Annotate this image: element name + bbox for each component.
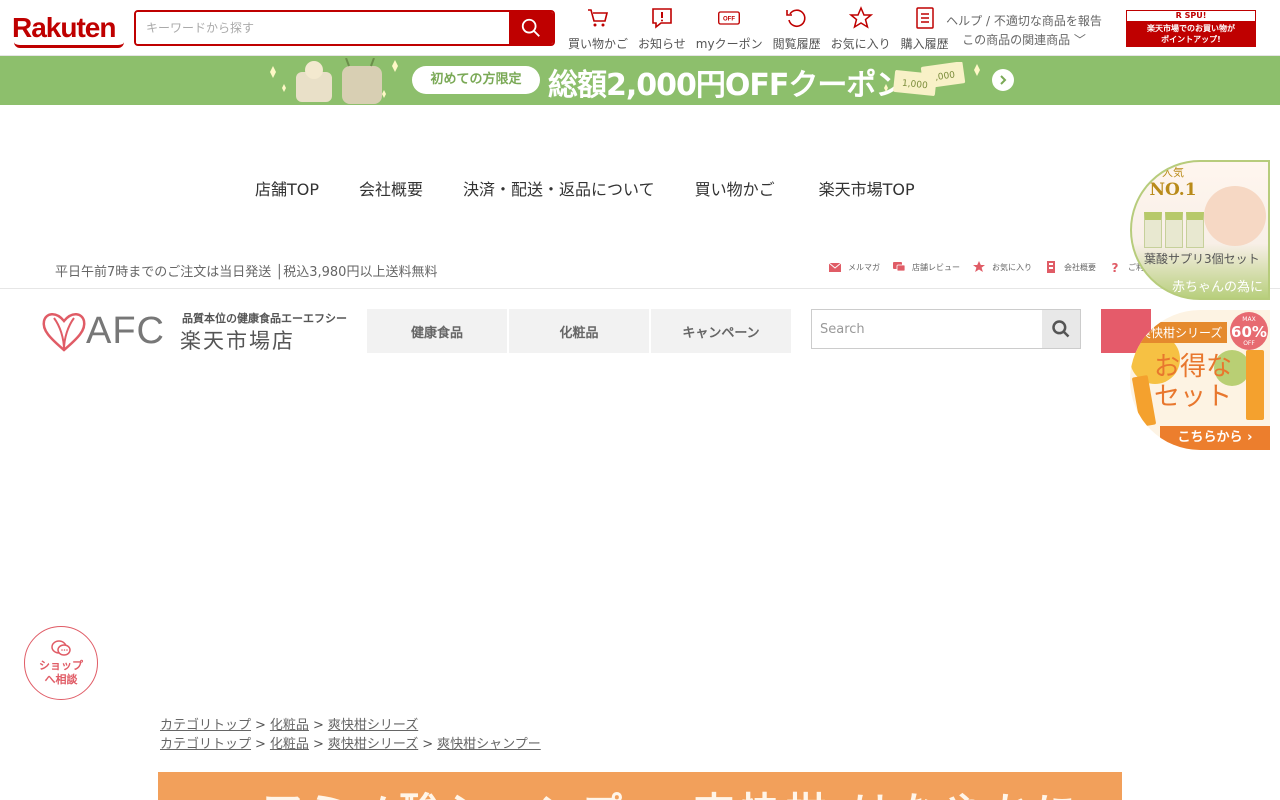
afc-store-name: 楽天市場店 [180,329,295,353]
category-tabs: 健康食品 化粧品 キャンペーン [367,309,793,353]
spu-banner[interactable]: R SPU! 楽天市場でのお買い物が ポイントアップ! [1126,10,1256,47]
chat-label: ショップ へ相談 [39,659,83,686]
supplement-bottles [1144,212,1207,248]
shop-nav-cart[interactable]: 買い物かご [695,176,775,200]
notice-icon [652,8,672,29]
chevron-right-icon [1000,75,1007,85]
global-search-button[interactable] [509,12,553,44]
star-icon [848,6,873,29]
breadcrumb-item[interactable]: 爽快柑シリーズ [328,737,418,752]
nav-purchase-history[interactable]: 購入履歴 [901,6,949,52]
coupon-arrow-button[interactable] [992,69,1014,91]
breadcrumb-item[interactable]: カテゴリトップ [160,718,251,733]
review-icon [893,262,906,272]
ranking-badge: 人気 NO.1 [1149,166,1197,200]
product-tube [1246,350,1264,420]
product-hero-banner: アミノ酸シャンプー 爽快柑 はなやかに [158,772,1122,800]
spu-text: 楽天市場でのお買い物が ポイントアップ! [1127,21,1255,47]
set-banner-headline: お得な セット [1154,352,1233,412]
store-search-button[interactable] [1042,310,1080,348]
history-icon [785,9,806,27]
store-search [811,309,1081,349]
help-links: ヘルプ / 不適切な商品を報告 この商品の関連商品 ﹀ [944,12,1104,50]
shop-chat-button[interactable]: ショップ へ相談 [24,626,98,700]
search-icon [521,18,540,37]
breadcrumb: カテゴリトップ > 化粧品 > 爽快柑シリーズ カテゴリトップ > 化粧品 > 爽快柑シリーズ >… [160,716,541,754]
afc-tagline: 品質本位の健康食品エーエフシー [182,312,347,325]
chat-icon [51,640,71,656]
first-time-coupon-banner[interactable]: 初めての方限定 総額2,000円OFFクーポン 1,000 1,000 [0,56,1280,105]
chevron-down-icon: ﹀ [1073,33,1086,47]
coupon-ticket-icon: 1,000 1,000 [884,62,980,96]
shop-nav-company[interactable]: 会社概要 [359,176,423,200]
discount-badge: MAX 60% OFF [1230,312,1268,350]
company-icon [1047,261,1055,273]
tab-campaign[interactable]: キャンペーン [651,309,791,353]
spu-title: R SPU! [1175,11,1207,20]
nav-coupon-label: myクーポン [695,37,763,51]
nav-history[interactable]: 閲覧履歴 [773,6,821,52]
set-banner-cta[interactable]: こちらから › [1160,426,1270,450]
breadcrumb-row: カテゴリトップ > 化粧品 > 爽快柑シリーズ > 爽快柑シャンプー [160,737,541,752]
afc-store-logo[interactable]: AFC 品質本位の健康食品エーエフシー 楽天市場店 [40,308,360,356]
notice-bar: 平日午前7時までのご注文は当日発送 │税込3,980円以上送料無料 メルマガ 店… [0,252,1280,289]
folic-acid-banner[interactable]: 人気 NO.1 葉酸サプリ3個セット 赤ちゃんの為に [1130,160,1270,300]
breadcrumb-item[interactable]: 化粧品 [270,718,309,733]
nav-favorites-label: お気に入り [830,37,891,51]
nav-cart[interactable]: 買い物かご [568,6,628,52]
global-search-input[interactable] [136,12,509,44]
search-icon [1052,320,1070,338]
breadcrumb-item[interactable]: 化粧品 [270,737,309,752]
store-search-input[interactable] [812,310,1042,348]
afc-logo-text: AFC [86,310,165,352]
folic-acid-banner-title: 葉酸サプリ3個セット [1144,252,1260,266]
global-search [134,10,555,46]
util-link-favorites[interactable]: お気に入り [972,260,1032,274]
rakuten-logo[interactable]: Rakuten [12,12,124,48]
svg-text:OFF: OFF [723,17,735,23]
coupon-icon: OFF [718,11,741,25]
breadcrumb-item[interactable]: カテゴリトップ [160,737,251,752]
shop-nav-rakuten-top[interactable]: 楽天市場TOP [819,176,915,200]
rakuten-header: Rakuten 買い物かご お知らせ OFF myクーポン 閲覧履歴 お気に入り [0,0,1280,56]
help-report-link[interactable]: ヘルプ / 不適切な商品を報告 [944,12,1104,31]
shop-nav: 店舗TOP 会社概要 決済・配送・返品について 買い物かご 楽天市場TOP [255,176,955,200]
nav-purchase-history-label: 購入履歴 [900,37,949,51]
afc-heart-logo-icon [42,313,86,352]
svg-text:?: ? [1112,261,1119,274]
shipping-notice: 平日午前7時までのご注文は当日発送 │税込3,980円以上送料無料 [55,265,438,280]
purchase-history-icon [915,7,934,29]
soukaikan-series-tag: 爽快柑シリーズ [1134,322,1228,343]
shop-nav-top[interactable]: 店舗TOP [255,176,319,200]
folic-acid-banner-subtitle: 赤ちゃんの為に [1172,280,1264,295]
nav-notice-label: お知らせ [638,37,686,51]
util-link-review[interactable]: 店舗レビュー [892,260,960,274]
hero-title: アミノ酸シャンプー 爽快柑 はなやかに [262,780,1082,800]
mascot-illustration [270,58,398,104]
nav-history-label: 閲覧履歴 [772,37,821,51]
nav-favorites[interactable]: お気に入り [831,6,891,52]
util-link-company[interactable]: 会社概要 [1044,260,1096,274]
tab-health-food[interactable]: 健康食品 [367,309,507,353]
soukaikan-set-banner[interactable]: 爽快柑シリーズ MAX 60% OFF お得な セット こちらから › [1130,310,1270,450]
breadcrumb-item[interactable]: 爽快柑シャンプー [437,737,541,752]
breadcrumb-row: カテゴリトップ > 化粧品 > 爽快柑シリーズ [160,718,419,733]
mail-icon [828,262,842,272]
shop-nav-payment-shipping[interactable]: 決済・配送・返品について [463,176,655,200]
nav-notice[interactable]: お知らせ [638,6,686,52]
cart-icon [588,9,609,27]
tab-cosmetics[interactable]: 化粧品 [509,309,649,353]
nav-coupon[interactable]: OFF myクーポン [696,6,763,52]
star-icon [973,261,985,272]
header-nav: 買い物かご お知らせ OFF myクーポン 閲覧履歴 お気に入り 購入履歴 [568,6,959,52]
nav-cart-label: 買い物かご [568,37,629,51]
baby-photo [1204,186,1266,246]
coupon-headline: 総額2,000円OFFクーポン [548,68,905,103]
help-icon: ? [1112,261,1119,274]
util-link-newsletter[interactable]: メルマガ [828,260,880,274]
coupon-pill: 初めての方限定 [412,66,540,94]
util-links: メルマガ 店舗レビュー お気に入り 会社概要 ? ご利 [828,260,1156,274]
breadcrumb-item[interactable]: 爽快柑シリーズ [328,718,418,733]
related-products-link[interactable]: この商品の関連商品 ﹀ [944,31,1104,50]
